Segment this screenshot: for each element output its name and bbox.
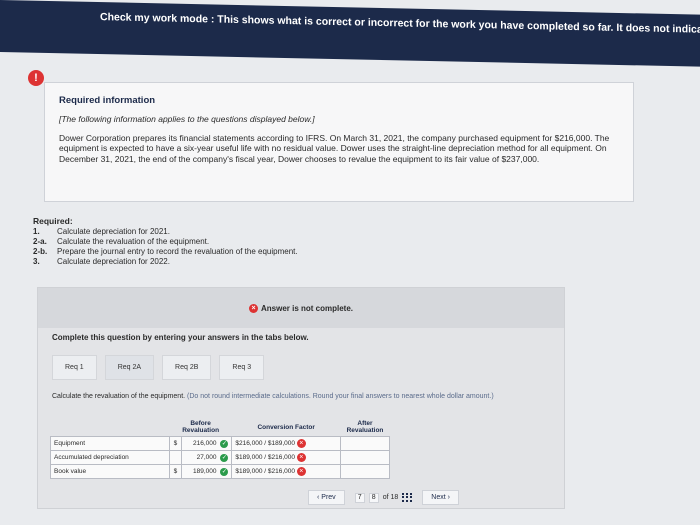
table-row: Accumulated depreciation 27,000 ✓ $189,0… xyxy=(50,450,391,465)
info-paragraph: Dower Corporation prepares its financial… xyxy=(59,132,610,164)
tab-strip: Req 1 Req 2A Req 2B Req 3 xyxy=(52,355,265,380)
table-row: Equipment $ 216,000 ✓ $216,000 / $189,00… xyxy=(50,436,391,451)
table-row: Book value $ 189,000 ✓ $189,000 / $216,0… xyxy=(50,464,391,479)
answer-status: × Answer is not complete. xyxy=(38,288,564,328)
correct-check-icon: ✓ xyxy=(220,467,229,476)
incorrect-x-icon: × xyxy=(296,439,306,448)
conversion-factor-header: Conversion Factor xyxy=(257,423,315,431)
next-button[interactable]: Next › xyxy=(422,490,459,505)
banner-text: Check my work mode : This shows what is … xyxy=(100,11,700,37)
correct-check-icon: ✓ xyxy=(220,453,229,462)
after-revaluation-input[interactable] xyxy=(339,464,391,479)
question-navigation: ‹ Prev 7 8 of 18 Next › xyxy=(308,490,459,505)
instruction-text: Complete this question by entering your … xyxy=(52,333,309,342)
after-revaluation-header: After Revaluation xyxy=(346,420,384,434)
before-revaluation-header: Before Revaluation xyxy=(182,420,220,434)
page-count: of 18 xyxy=(382,494,399,501)
page-number[interactable]: 7 xyxy=(354,492,365,503)
required-item: 3. Calculate depreciation for 2022. xyxy=(33,256,170,266)
after-revaluation-input[interactable] xyxy=(339,450,391,465)
info-note: [The following information applies to th… xyxy=(59,113,315,124)
required-information-box: Required information [The following info… xyxy=(44,82,634,202)
alert-icon: ! xyxy=(28,70,44,86)
required-header: Required: xyxy=(33,216,73,226)
correct-check-icon: ✓ xyxy=(220,439,229,448)
calc-note-paren: (Do not round intermediate calculations.… xyxy=(187,393,494,400)
incorrect-x-icon: × xyxy=(296,467,306,476)
calc-note: Calculate the revaluation of the equipme… xyxy=(52,393,552,402)
tab-req-3[interactable]: Req 3 xyxy=(219,355,265,380)
page-selector: 7 8 of 18 xyxy=(354,492,413,503)
prev-button[interactable]: ‹ Prev xyxy=(308,490,345,505)
required-item: 2-b. Prepare the journal entry to record… xyxy=(33,246,298,256)
grid-icon[interactable] xyxy=(402,492,412,503)
required-section: Required: 1. Calculate depreciation for … xyxy=(33,216,483,267)
required-item: 1. Calculate depreciation for 2021. xyxy=(33,226,170,236)
required-item: 2-a. Calculate the revaluation of the eq… xyxy=(33,236,210,246)
answer-status-text: Answer is not complete. xyxy=(260,303,354,313)
calc-note-main: Calculate the revaluation of the equipme… xyxy=(52,393,186,400)
after-revaluation-input[interactable] xyxy=(339,436,391,451)
answer-panel: × Answer is not complete. Complete this … xyxy=(37,287,565,509)
tab-req-2a[interactable]: Req 2A xyxy=(104,355,155,380)
check-my-work-banner: Check my work mode : This shows what is … xyxy=(0,0,700,67)
chevron-right-icon: › xyxy=(447,494,450,501)
revaluation-table: Before Revaluation Conversion Factor Aft… xyxy=(50,418,391,479)
page-number[interactable]: 8 xyxy=(368,492,379,503)
tab-req-1[interactable]: Req 1 xyxy=(52,355,97,380)
error-x-icon: × xyxy=(248,303,258,313)
info-title: Required information xyxy=(59,95,156,106)
tab-req-2b[interactable]: Req 2B xyxy=(162,355,212,380)
incorrect-x-icon: × xyxy=(296,453,306,462)
